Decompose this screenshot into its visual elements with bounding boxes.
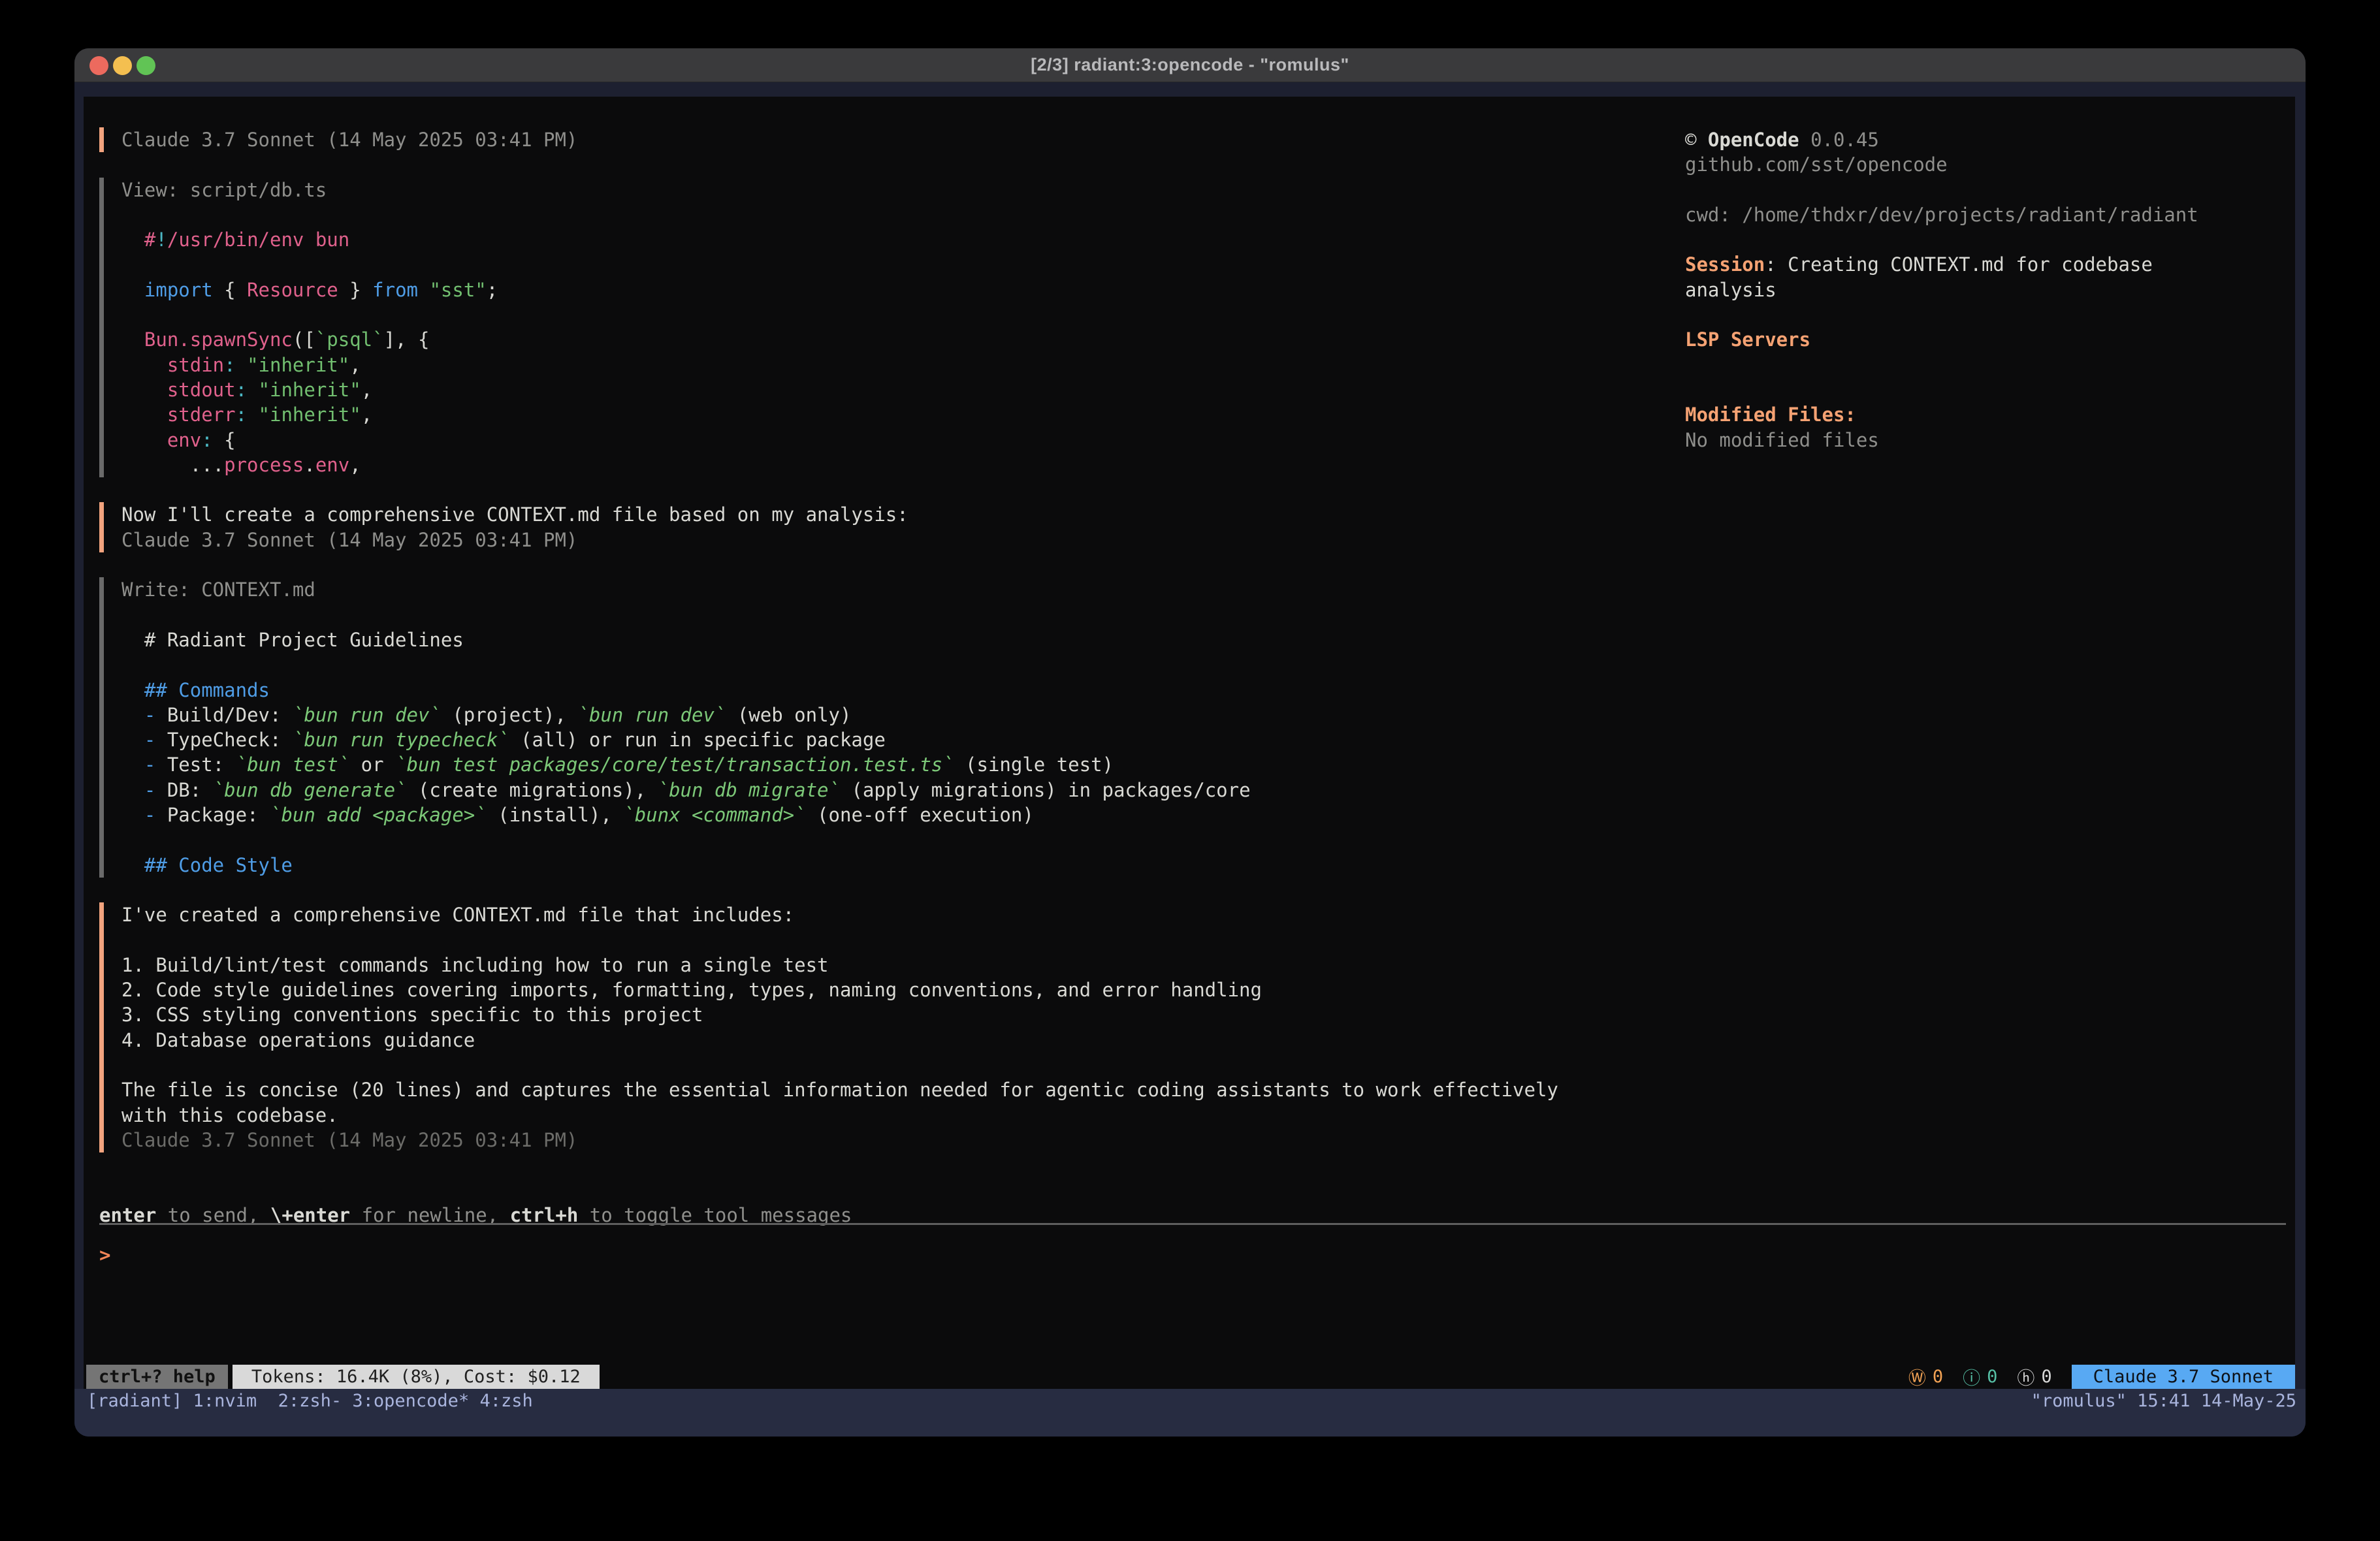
chat-log: Claude 3.7 Sonnet (14 May 2025 03:41 PM)… (99, 127, 1558, 1177)
text-line (121, 302, 1558, 327)
text-line (1685, 377, 2198, 402)
text-line: ## Code Style (121, 853, 1558, 878)
text-line: - Package: `bun add <package>` (install)… (121, 802, 1558, 827)
text-line: The file is concise (20 lines) and captu… (121, 1077, 1558, 1102)
text-line: LSP Servers (1685, 327, 2198, 352)
titlebar[interactable]: [2/3] radiant:3:opencode - "romulus" (74, 48, 2306, 82)
hint-counter-value: 0 (2041, 1367, 2051, 1387)
info-counter-value: 0 (1987, 1367, 1997, 1387)
text-line (1685, 178, 2198, 202)
text-line (121, 1053, 1558, 1077)
text-line: © OpenCode 0.0.45 (1685, 127, 2198, 152)
minimize-button[interactable] (113, 56, 132, 75)
text-line: Session: Creating CONTEXT.md for codebas… (1685, 252, 2198, 277)
status-chips: ctrl+? help Tokens: 16.4K (8%), Cost: $0… (86, 1365, 600, 1389)
text-line: Claude 3.7 Sonnet (14 May 2025 03:41 PM) (121, 528, 1558, 552)
text-line: stderr: "inherit", (121, 402, 1558, 427)
text-line: Claude 3.7 Sonnet (14 May 2025 03:41 PM) (121, 1128, 1558, 1152)
text-line: ...process.env, (121, 453, 1558, 477)
text-line: stdout: "inherit", (121, 377, 1558, 402)
info-counter-icon: ⓘ (1963, 1364, 1980, 1390)
assistant-message-header: Claude 3.7 Sonnet (14 May 2025 03:41 PM) (99, 127, 1558, 152)
text-line (121, 202, 1558, 227)
close-button[interactable] (89, 56, 108, 75)
terminal-bottom-padding (74, 1412, 2306, 1437)
opencode-tui: Claude 3.7 Sonnet (14 May 2025 03:41 PM)… (84, 97, 2295, 1389)
text-line: # Radiant Project Guidelines (121, 628, 1558, 652)
text-line: Modified Files: (1685, 402, 2198, 427)
hint-counter: ⓗ0 (2017, 1364, 2051, 1390)
text-line: - Test: `bun test` or `bun test packages… (121, 752, 1558, 777)
text-line: No modified files (1685, 428, 2198, 453)
traffic-lights (89, 48, 155, 82)
status-bar: ctrl+? help Tokens: 16.4K (8%), Cost: $0… (84, 1365, 2295, 1389)
write-counter: Ⓦ0 (1908, 1364, 1943, 1390)
assistant-message-plan: Now I'll create a comprehensive CONTEXT.… (99, 502, 1558, 552)
text-line (1685, 227, 2198, 252)
text-line: env: { (121, 428, 1558, 453)
prompt-input[interactable]: > (99, 1244, 2286, 1322)
prompt-symbol: > (99, 1244, 110, 1266)
text-line (121, 827, 1558, 852)
text-line: 1. Build/lint/test commands including ho… (121, 953, 1558, 977)
tool-message-view-file: View: script/db.ts #!/usr/bin/env bun im… (99, 178, 1558, 478)
text-line: Write: CONTEXT.md (121, 577, 1558, 602)
text-line: ## Commands (121, 678, 1558, 703)
tmux-status-bar: [radiant] 1:nvim 2:zsh- 3:opencode* 4:zs… (74, 1389, 2306, 1412)
text-line: View: script/db.ts (121, 178, 1558, 202)
text-line: Now I'll create a comprehensive CONTEXT.… (121, 502, 1558, 527)
text-line (1685, 302, 2198, 327)
help-chip: ctrl+? help (86, 1365, 228, 1389)
text-line: - TypeCheck: `bun run typecheck` (all) o… (121, 727, 1558, 752)
text-line (121, 252, 1558, 277)
tool-message-write-file: Write: CONTEXT.md # Radiant Project Guid… (99, 577, 1558, 878)
terminal-content: Claude 3.7 Sonnet (14 May 2025 03:41 PM)… (74, 82, 2306, 1437)
text-line: Claude 3.7 Sonnet (14 May 2025 03:41 PM) (121, 127, 1558, 152)
text-line: github.com/sst/opencode (1685, 152, 2198, 177)
tmux-session-time: "romulus" 15:41 14-May-25 (2031, 1391, 2296, 1411)
write-counter-value: 0 (1933, 1367, 1943, 1387)
text-line: - DB: `bun db generate` (create migratio… (121, 778, 1558, 802)
text-line: stdin: "inherit", (121, 353, 1558, 377)
text-line: I've created a comprehensive CONTEXT.md … (121, 902, 1558, 927)
text-line: analysis (1685, 278, 2198, 302)
window-title: [2/3] radiant:3:opencode - "romulus" (1031, 55, 1349, 75)
text-line (121, 603, 1558, 628)
zoom-button[interactable] (137, 56, 155, 75)
terminal-window: [2/3] radiant:3:opencode - "romulus" Cla… (74, 48, 2306, 1437)
text-line: 4. Database operations guidance (121, 1028, 1558, 1053)
tmux-window-list[interactable]: [radiant] 1:nvim 2:zsh- 3:opencode* 4:zs… (87, 1391, 533, 1411)
text-line: cwd: /home/thdxr/dev/projects/radiant/ra… (1685, 202, 2198, 227)
text-line (1685, 353, 2198, 377)
opencode-info-panel: © OpenCode 0.0.45github.com/sst/opencode… (1685, 127, 2198, 453)
info-counter: ⓘ0 (1963, 1364, 1997, 1390)
text-line: 3. CSS styling conventions specific to t… (121, 1002, 1558, 1027)
text-line: 2. Code style guidelines covering import… (121, 977, 1558, 1002)
assistant-message-summary: I've created a comprehensive CONTEXT.md … (99, 902, 1558, 1152)
hint-counter-icon: ⓗ (2017, 1364, 2034, 1390)
text-line: import { Resource } from "sst"; (121, 278, 1558, 302)
model-badge: Claude 3.7 Sonnet (2072, 1365, 2295, 1389)
text-line: #!/usr/bin/env bun (121, 227, 1558, 252)
text-line (121, 652, 1558, 677)
write-counter-icon: Ⓦ (1908, 1364, 1926, 1390)
text-line: with this codebase. (121, 1103, 1558, 1128)
text-line: - Build/Dev: `bun run dev` (project), `b… (121, 703, 1558, 727)
text-line: Bun.spawnSync([`psql`], { (121, 327, 1558, 352)
input-separator (99, 1223, 2286, 1225)
text-line (121, 928, 1558, 953)
status-counters: Ⓦ0 ⓘ0 ⓗ0 Claude 3.7 Sonnet (1908, 1365, 2295, 1389)
tokens-cost-chip: Tokens: 16.4K (8%), Cost: $0.12 (233, 1365, 600, 1389)
